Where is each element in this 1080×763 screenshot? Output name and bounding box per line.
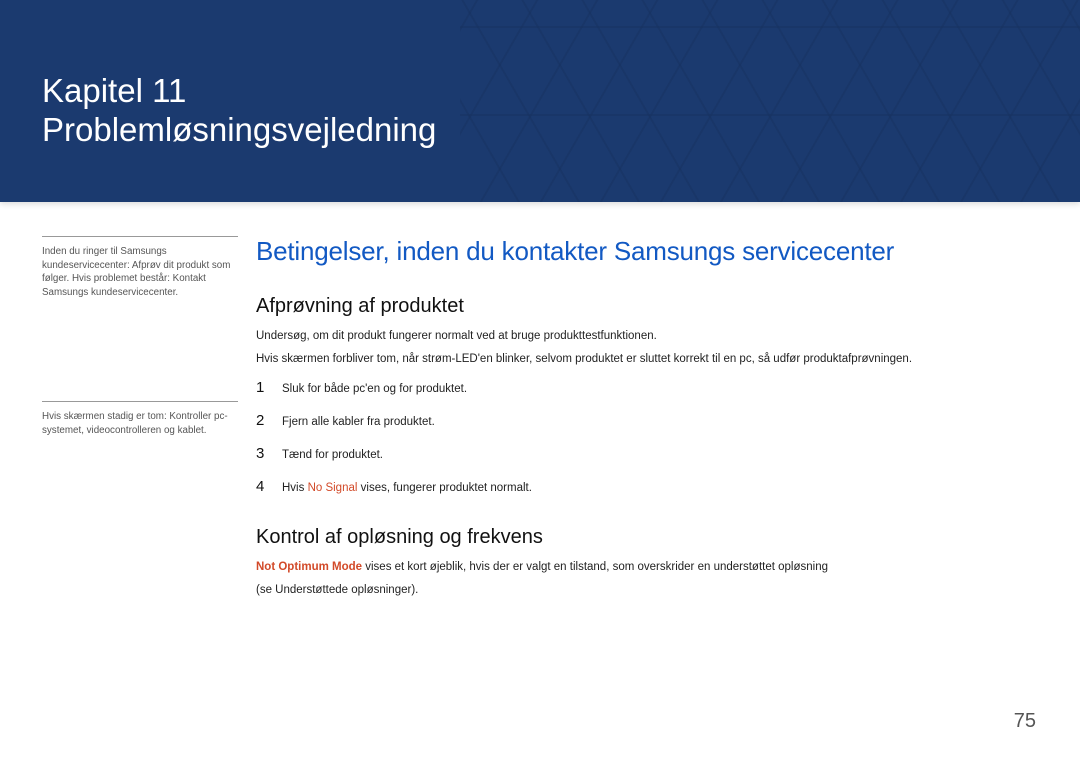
- step-item: 1 Sluk for både pc'en og for produktet.: [256, 379, 1032, 398]
- page-number: 75: [1014, 710, 1036, 733]
- step-text: Hvis No Signal vises, fungerer produktet…: [282, 480, 532, 497]
- subsection-title-testing: Afprøvning af produktet: [256, 295, 1032, 318]
- banner-pattern: [460, 0, 1080, 202]
- resolution-rest: vises et kort øjeblik, hvis der er valgt…: [362, 561, 828, 573]
- step-number: 3: [256, 445, 282, 462]
- subsection-title-resolution: Kontrol af opløsning og frekvens: [256, 526, 1032, 549]
- step-list: 1 Sluk for både pc'en og for produktet. …: [256, 379, 1032, 498]
- step-number: 2: [256, 412, 282, 429]
- resolution-para-1: Not Optimum Mode vises et kort øjeblik, …: [256, 559, 1032, 576]
- page-content: Inden du ringer til Samsungs kundeservic…: [0, 202, 1080, 605]
- banner-heading: Kapitel 11 Problemløsningsvejledning: [42, 72, 436, 150]
- step-item: 4 Hvis No Signal vises, fungerer produkt…: [256, 478, 1032, 497]
- step4-highlight: No Signal: [308, 482, 358, 494]
- chapter-banner: Kapitel 11 Problemløsningsvejledning: [0, 0, 1080, 202]
- step-item: 3 Tænd for produktet.: [256, 445, 1032, 464]
- step-number: 4: [256, 478, 282, 495]
- step-number: 1: [256, 379, 282, 396]
- resolution-highlight: Not Optimum Mode: [256, 561, 362, 573]
- chapter-number-line: Kapitel 11: [42, 72, 436, 111]
- section-title: Betingelser, inden du kontakter Samsungs…: [256, 236, 1032, 267]
- testing-para-1: Undersøg, om dit produkt fungerer normal…: [256, 328, 1032, 345]
- step-text: Fjern alle kabler fra produktet.: [282, 414, 435, 431]
- testing-para-2: Hvis skærmen forbliver tom, når strøm-LE…: [256, 351, 1032, 368]
- resolution-para-2: (se Understøttede opløsninger).: [256, 582, 1032, 599]
- step-text: Sluk for både pc'en og for produktet.: [282, 381, 467, 398]
- side-note-2: Hvis skærmen stadig er tom: Kontroller p…: [42, 401, 238, 447]
- step-text: Tænd for produktet.: [282, 447, 383, 464]
- step4-suffix: vises, fungerer produktet normalt.: [357, 482, 532, 494]
- chapter-title-line: Problemløsningsvejledning: [42, 111, 436, 150]
- sidebar: Inden du ringer til Samsungs kundeservic…: [0, 236, 256, 605]
- step-item: 2 Fjern alle kabler fra produktet.: [256, 412, 1032, 431]
- step4-prefix: Hvis: [282, 482, 308, 494]
- main-column: Betingelser, inden du kontakter Samsungs…: [256, 236, 1080, 605]
- side-note-1: Inden du ringer til Samsungs kundeservic…: [42, 236, 238, 309]
